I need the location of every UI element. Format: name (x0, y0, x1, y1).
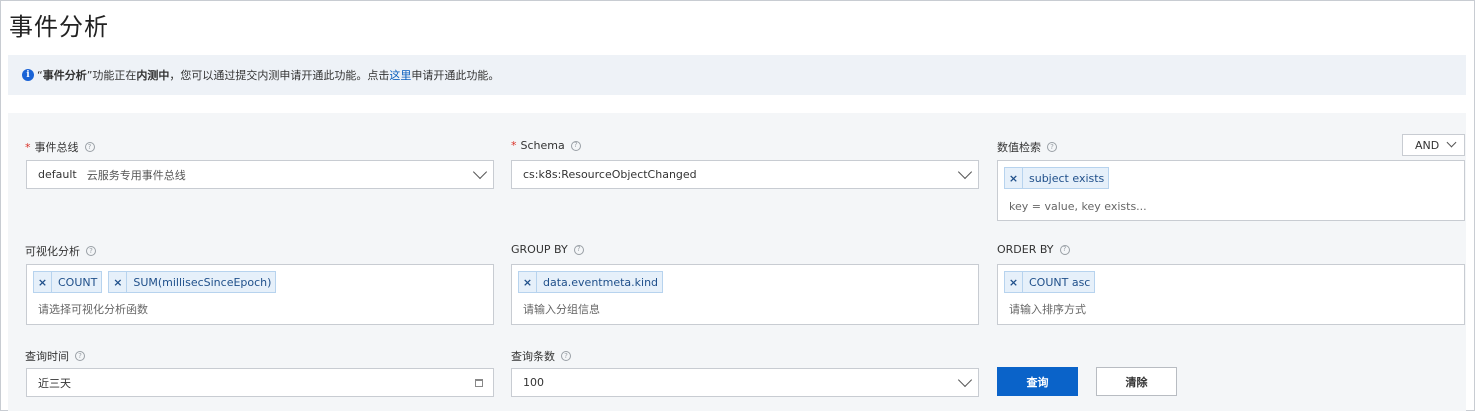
schema-select[interactable]: cs:k8s:ResourceObjectChanged (511, 160, 979, 189)
order-by-placeholder: 请输入排序方式 (1009, 303, 1086, 316)
query-count-select[interactable]: 100 (511, 368, 979, 397)
chevron-down-icon (957, 164, 973, 179)
operator-value: AND (1415, 138, 1440, 152)
order-by-tag: × COUNT asc (1004, 271, 1096, 293)
value-search-label: 数值检索 ? (997, 139, 1057, 155)
notice-text-3: 申请开通此功能。 (411, 69, 500, 82)
help-icon[interactable]: ? (1059, 244, 1070, 255)
group-by-placeholder: 请输入分组信息 (523, 303, 600, 316)
value-search-placeholder: key = value, key exists... (1009, 200, 1147, 213)
help-icon[interactable]: ? (573, 244, 584, 255)
tag-list: × COUNT × SUM(millisecSinceEpoch) (33, 271, 487, 293)
order-by-label: ORDER BY ? (997, 243, 1070, 256)
visualization-label: 可视化分析 ? (25, 243, 96, 259)
close-icon[interactable]: × (1005, 272, 1023, 292)
value-search-label-text: 数值检索 (997, 141, 1041, 154)
chevron-down-icon (1446, 137, 1457, 148)
tag-label: COUNT asc (1029, 275, 1091, 289)
query-button[interactable]: 查询 (997, 367, 1078, 396)
help-icon[interactable]: ? (86, 246, 96, 256)
visualization-tag: × SUM(millisecSinceEpoch) (108, 271, 277, 293)
operator-select[interactable]: AND (1402, 134, 1465, 156)
visualization-placeholder: 请选择可视化分析函数 (38, 303, 148, 316)
event-bus-value: default (38, 168, 77, 181)
help-icon[interactable]: ? (75, 351, 85, 361)
help-icon[interactable]: ? (561, 351, 571, 361)
close-icon[interactable]: × (109, 272, 128, 292)
visualization-tag: × COUNT (33, 271, 103, 293)
calendar-icon (475, 378, 483, 387)
chevron-down-icon (957, 372, 973, 387)
query-time-label: 查询时间 ? (25, 348, 85, 364)
close-icon[interactable]: × (1005, 168, 1023, 188)
event-bus-value-desc: 云服务专用事件总线 (86, 168, 186, 182)
query-count-label-text: 查询条数 (511, 350, 555, 363)
notice-feature-name: 事件分析 (42, 69, 87, 82)
page-title: 事件分析 (9, 13, 109, 41)
notice-text-2: ，您可以通过提交内测申请开通此功能。点击 (169, 69, 390, 82)
clear-button[interactable]: 清除 (1096, 367, 1177, 396)
query-time-picker[interactable]: 近三天 (26, 368, 494, 397)
chevron-down-icon (472, 164, 488, 179)
order-by-input[interactable]: × COUNT asc 请输入排序方式 (997, 264, 1465, 325)
help-icon[interactable]: ? (1047, 142, 1057, 152)
query-time-label-text: 查询时间 (25, 350, 69, 363)
visualization-label-text: 可视化分析 (25, 245, 80, 258)
query-time-value: 近三天 (38, 376, 71, 390)
event-bus-select[interactable]: default 云服务专用事件总线 (26, 160, 494, 189)
group-by-tag: × data.eventmeta.kind (518, 271, 664, 293)
event-bus-label: * 事件总线 ? (25, 139, 95, 155)
notice-text-1: 功能正在 (92, 69, 137, 82)
tag-list: × data.eventmeta.kind (518, 271, 972, 293)
tag-label: subject exists (1029, 171, 1105, 185)
help-icon[interactable]: ? (570, 140, 581, 151)
schema-label-text: Schema (520, 139, 565, 152)
tag-label: COUNT (58, 275, 98, 289)
event-bus-label-text: 事件总线 (34, 141, 79, 154)
query-count-value: 100 (523, 376, 544, 389)
schema-label: * Schema ? (511, 139, 581, 152)
group-by-label: GROUP BY ? (511, 243, 584, 256)
schema-value: cs:k8s:ResourceObjectChanged (523, 168, 697, 181)
required-mark: * (511, 139, 517, 152)
tag-list: × COUNT asc (1004, 271, 1458, 293)
filter-tag: × subject exists (1004, 167, 1110, 189)
tag-label: SUM(millisecSinceEpoch) (133, 275, 272, 289)
help-icon[interactable]: ? (84, 142, 95, 152)
query-form-panel: * 事件总线 ? default 云服务专用事件总线 * Schema ? cs… (8, 113, 1466, 411)
beta-notice: i “ 事件分析 ” 功能正在 内测中 ，您可以通过提交内测申请开通此功能。点击… (8, 55, 1466, 95)
notice-link[interactable]: 这里 (389, 67, 411, 83)
required-mark: * (25, 140, 31, 154)
query-count-label: 查询条数 ? (511, 348, 571, 364)
close-icon[interactable]: × (34, 272, 52, 292)
tag-list: × subject exists (1004, 167, 1458, 189)
group-by-label-text: GROUP BY (511, 243, 568, 256)
info-icon: i (22, 69, 34, 81)
visualization-input[interactable]: × COUNT × SUM(millisecSinceEpoch) 请选择可视化… (26, 264, 494, 325)
close-icon[interactable]: × (519, 272, 537, 292)
order-by-label-text: ORDER BY (997, 243, 1054, 256)
group-by-input[interactable]: × data.eventmeta.kind 请输入分组信息 (511, 264, 979, 325)
value-search-input[interactable]: × subject exists key = value, key exists… (997, 160, 1465, 221)
notice-status: 内测中 (136, 69, 170, 82)
tag-label: data.eventmeta.kind (543, 275, 659, 289)
